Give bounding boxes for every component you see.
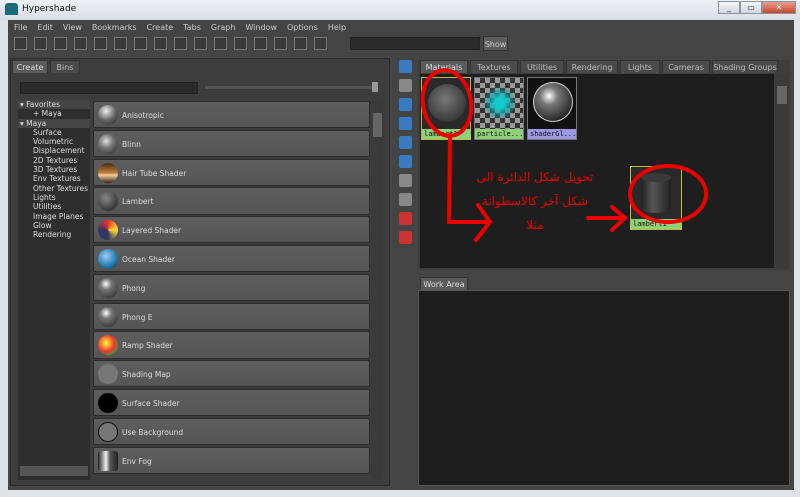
circle-annotation-cylinder xyxy=(628,164,708,224)
annotation-drawing xyxy=(420,68,708,242)
arabic-annotation: تحويل شكل الدائرة الى شكل آخر كالاسطوانة… xyxy=(476,170,594,232)
circle-annotation xyxy=(420,68,474,138)
